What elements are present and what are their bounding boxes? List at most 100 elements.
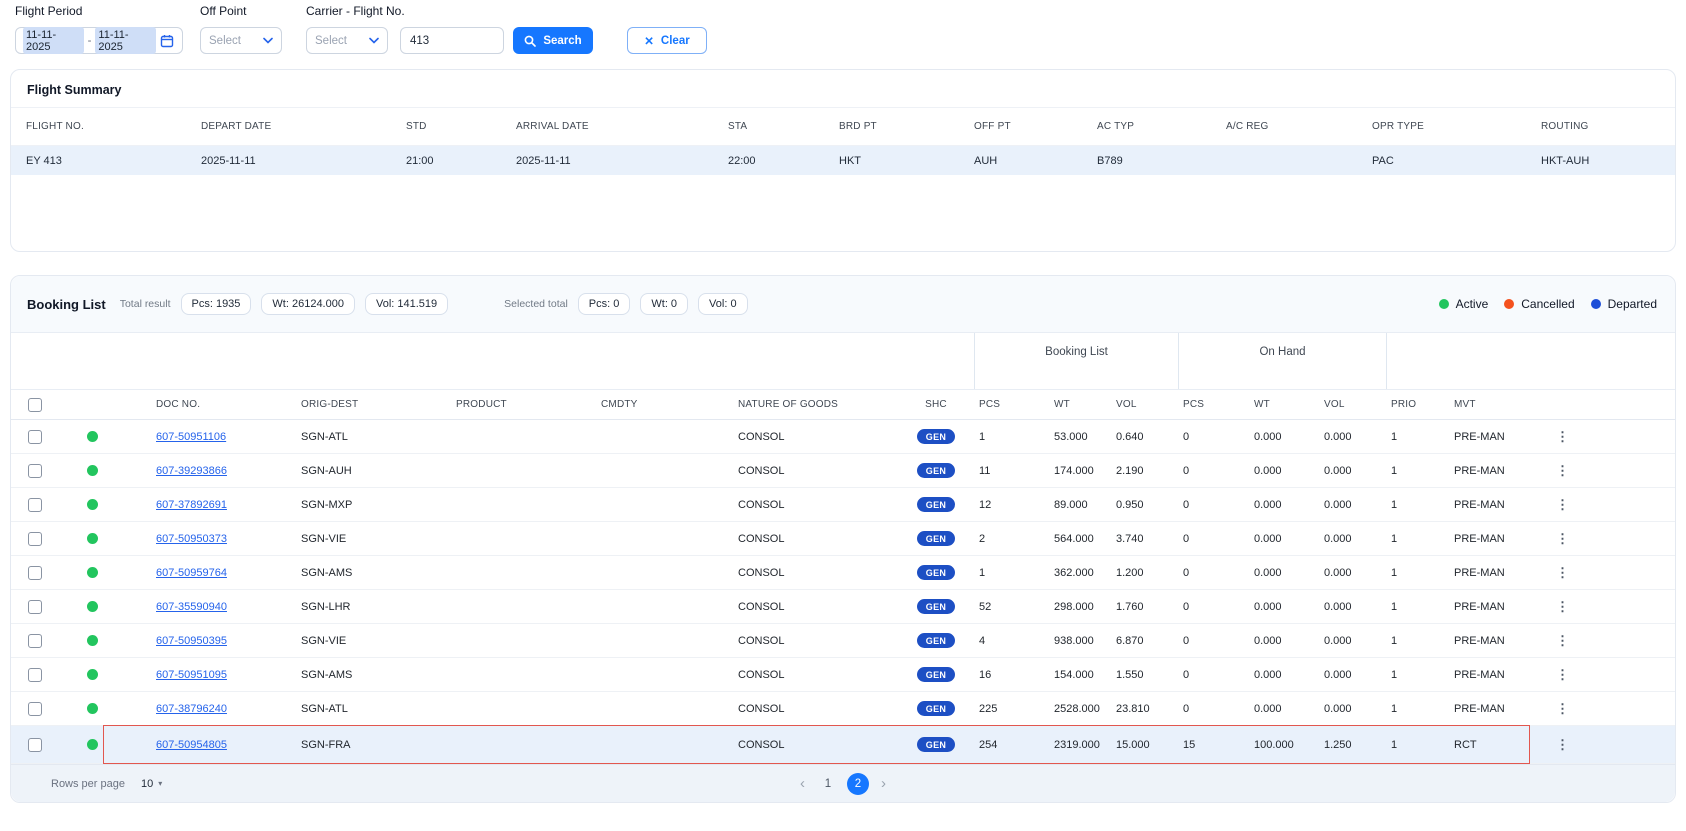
- kebab-menu-icon[interactable]: ⋮: [1552, 633, 1573, 648]
- status-cell: [59, 499, 156, 510]
- cell-doc_no: 607-50951106: [156, 431, 301, 443]
- clear-button-label: Clear: [661, 35, 690, 47]
- cell-doc_no: 607-38796240: [156, 703, 301, 715]
- row-checkbox[interactable]: [28, 702, 42, 716]
- fs-column-header: OFF PT: [974, 121, 1097, 132]
- cell-shc: GEN: [898, 599, 974, 614]
- cell-doc_no: 607-50959764: [156, 567, 301, 579]
- kebab-menu-icon[interactable]: ⋮: [1552, 429, 1573, 444]
- doc-no-link[interactable]: 607-50951106: [156, 431, 226, 443]
- cell-shc: GEN: [898, 701, 974, 716]
- kebab-menu-icon[interactable]: ⋮: [1552, 737, 1573, 752]
- cell-oh_wt: 0.000: [1246, 703, 1316, 715]
- column-header: PRIO: [1386, 399, 1448, 410]
- chevron-down-icon: [263, 37, 273, 44]
- doc-no-link[interactable]: 607-37892691: [156, 499, 227, 511]
- kebab-menu-icon[interactable]: ⋮: [1552, 463, 1573, 478]
- cell-bk_vol: 23.810: [1108, 703, 1178, 715]
- clear-button[interactable]: ✕ Clear: [627, 27, 707, 54]
- column-header: PCS: [1178, 399, 1246, 410]
- row-checkbox[interactable]: [28, 566, 42, 580]
- shc-badge: GEN: [917, 429, 955, 444]
- carrier-select[interactable]: Select: [306, 27, 388, 54]
- kebab-menu-icon[interactable]: ⋮: [1552, 667, 1573, 682]
- kebab-menu-icon[interactable]: ⋮: [1552, 565, 1573, 580]
- flight-no-input[interactable]: [400, 27, 504, 54]
- pagination-page-1[interactable]: 1: [817, 773, 839, 795]
- kebab-menu-icon[interactable]: ⋮: [1552, 599, 1573, 614]
- doc-no-link[interactable]: 607-50954805: [156, 739, 227, 751]
- doc-no-link[interactable]: 607-50959764: [156, 567, 227, 579]
- shc-badge: GEN: [917, 701, 955, 716]
- doc-no-link[interactable]: 607-50950373: [156, 533, 227, 545]
- table-row: 607-50954805SGN-FRACONSOLGEN2542319.0001…: [11, 726, 1675, 764]
- date-end-value[interactable]: 11-11-2025: [95, 27, 156, 54]
- calendar-icon[interactable]: [160, 34, 174, 48]
- legend-label: Active: [1456, 297, 1489, 311]
- legend-label: Departed: [1608, 297, 1657, 311]
- shc-badge: GEN: [917, 531, 955, 546]
- cell-prio: 1: [1386, 499, 1448, 511]
- cell-oh_pcs: 0: [1178, 567, 1246, 579]
- row-checkbox[interactable]: [28, 738, 42, 752]
- legend-dot-departed: [1591, 299, 1601, 309]
- status-dot: [87, 499, 98, 510]
- cell-mvt: PRE-MAN: [1448, 703, 1548, 715]
- cell-nature: CONSOL: [738, 499, 898, 511]
- pagination-page-2[interactable]: 2: [847, 773, 869, 795]
- select-all-checkbox[interactable]: [28, 398, 42, 412]
- date-separator: -: [88, 35, 92, 47]
- table-row: 607-37892691SGN-MXPCONSOLGEN1289.0000.95…: [11, 488, 1675, 522]
- cell-mvt: RCT: [1448, 739, 1548, 751]
- rows-per-page-select[interactable]: 10 ▾: [141, 778, 162, 790]
- cell-bk_vol: 1.760: [1108, 601, 1178, 613]
- flight-summary-row: EY 4132025-11-1121:002025-11-1122:00HKTA…: [11, 146, 1675, 175]
- search-button[interactable]: Search: [513, 27, 593, 54]
- row-checkbox[interactable]: [28, 430, 42, 444]
- doc-no-link[interactable]: 607-50951095: [156, 669, 227, 681]
- row-checkbox[interactable]: [28, 634, 42, 648]
- off-point-select[interactable]: Select: [200, 27, 282, 54]
- row-checkbox[interactable]: [28, 532, 42, 546]
- row-checkbox[interactable]: [28, 668, 42, 682]
- booking-table-body: 607-50951106SGN-ATLCONSOLGEN153.0000.640…: [11, 420, 1675, 764]
- total-chips: Pcs: 1935Wt: 26124.000Vol: 141.519: [171, 293, 449, 315]
- cell-mvt: PRE-MAN: [1448, 567, 1548, 579]
- cell-oh_pcs: 15: [1178, 739, 1246, 751]
- doc-no-link[interactable]: 607-38796240: [156, 703, 227, 715]
- doc-no-link[interactable]: 607-35590940: [156, 601, 227, 613]
- cell-nature: CONSOL: [738, 567, 898, 579]
- booking-list-title: Booking List: [27, 297, 106, 312]
- cell-prio: 1: [1386, 533, 1448, 545]
- rows-per-page-label: Rows per page: [51, 778, 125, 790]
- cell-doc_no: 607-39293866: [156, 465, 301, 477]
- actions-cell: ⋮: [1548, 565, 1675, 581]
- cell-nature: CONSOL: [738, 669, 898, 681]
- fs-cell: 2025-11-11: [201, 155, 406, 167]
- flight-period-input[interactable]: 11-11-2025 - 11-11-2025: [15, 27, 183, 54]
- row-checkbox[interactable]: [28, 498, 42, 512]
- group-tail: [1386, 333, 1675, 389]
- legend-label: Cancelled: [1521, 297, 1574, 311]
- cell-oh_wt: 0.000: [1246, 669, 1316, 681]
- cell-oh_pcs: 0: [1178, 431, 1246, 443]
- status-cell: [59, 431, 156, 442]
- column-header: WT: [1046, 399, 1108, 410]
- shc-badge: GEN: [917, 667, 955, 682]
- cell-shc: GEN: [898, 497, 974, 512]
- pagination-prev-icon[interactable]: ‹: [796, 775, 809, 792]
- cell-shc: GEN: [898, 463, 974, 478]
- cell-oh_wt: 0.000: [1246, 499, 1316, 511]
- kebab-menu-icon[interactable]: ⋮: [1552, 497, 1573, 512]
- row-checkbox[interactable]: [28, 464, 42, 478]
- kebab-menu-icon[interactable]: ⋮: [1552, 531, 1573, 546]
- doc-no-link[interactable]: 607-50950395: [156, 635, 227, 647]
- kebab-menu-icon[interactable]: ⋮: [1552, 701, 1573, 716]
- date-start-value[interactable]: 11-11-2025: [23, 27, 84, 54]
- doc-no-link[interactable]: 607-39293866: [156, 465, 227, 477]
- cell-shc: GEN: [898, 737, 974, 752]
- row-checkbox[interactable]: [28, 600, 42, 614]
- legend-item: Active: [1439, 297, 1489, 311]
- pagination-next-icon[interactable]: ›: [877, 775, 890, 792]
- total-result-label: Total result: [120, 298, 171, 310]
